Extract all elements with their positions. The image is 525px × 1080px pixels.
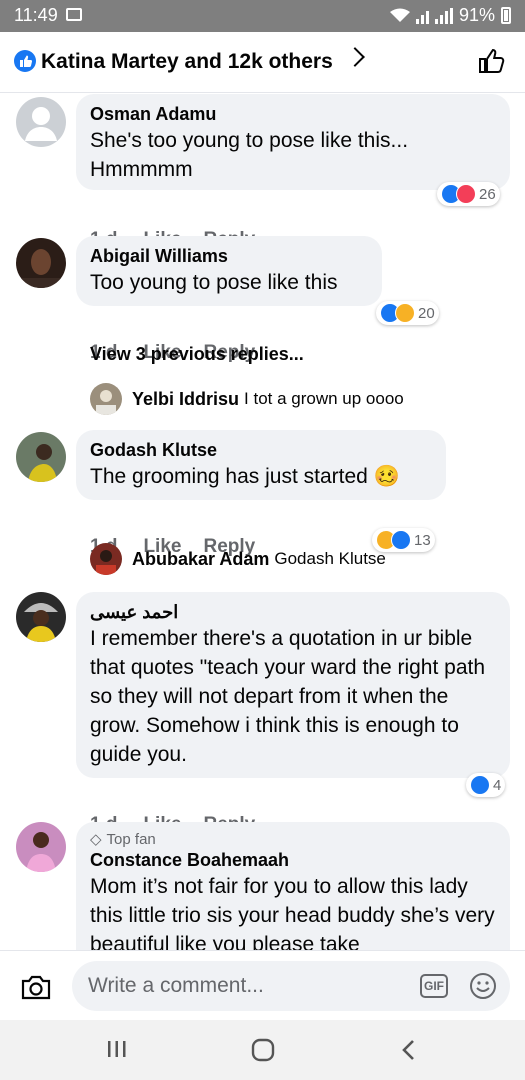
comment-author[interactable]: Constance Boahemaah <box>90 848 496 872</box>
comment-text: She's too young to pose like this... Hmm… <box>90 129 409 181</box>
view-previous-replies[interactable]: View 3 previous replies... <box>90 344 304 365</box>
gallery-notification-icon <box>66 8 82 21</box>
status-bar: 11:49 91% <box>0 0 525 32</box>
like-reaction-icon <box>391 530 411 550</box>
comment-bubble[interactable]: احمد عيسى I remember there's a quotation… <box>76 592 510 778</box>
comments-sheet: Katina Martey and 12k others Osman Adamu… <box>0 32 525 1020</box>
avatar[interactable] <box>16 432 66 482</box>
emoji-icon[interactable] <box>469 972 497 1000</box>
reply-text: Godash Klutse <box>274 549 386 568</box>
comment-author[interactable]: Osman Adamu <box>90 102 496 126</box>
comment-bubble[interactable]: Osman Adamu She's too young to pose like… <box>76 94 510 190</box>
recent-apps-icon[interactable] <box>106 1038 128 1060</box>
avatar[interactable] <box>16 822 66 872</box>
diamond-icon: ◇ <box>90 831 102 848</box>
home-icon[interactable] <box>251 1038 275 1062</box>
avatar[interactable] <box>90 543 122 575</box>
comment-text: Too young to pose like this <box>90 271 338 294</box>
comment-composer: Write a comment... GIF <box>0 950 525 1020</box>
comment-text: I remember there's a quotation in ur bib… <box>90 627 486 766</box>
signal-icon-2 <box>434 7 453 24</box>
status-time: 11:49 <box>14 5 58 25</box>
badge-label: Top fan <box>106 830 156 848</box>
back-icon[interactable] <box>398 1038 420 1062</box>
reply-author[interactable]: Yelbi Iddrisu <box>132 389 239 410</box>
chevron-right-icon[interactable] <box>345 47 365 67</box>
avatar[interactable] <box>16 592 66 642</box>
comment-bubble[interactable]: Godash Klutse The grooming has just star… <box>76 430 446 500</box>
reactions-title[interactable]: Katina Martey and 12k others <box>41 50 333 74</box>
top-fan-badge: ◇ Top fan <box>90 830 496 849</box>
reaction-count: 4 <box>493 776 502 794</box>
android-nav-bar <box>0 1020 525 1080</box>
love-reaction-icon <box>456 184 476 204</box>
comment-text: Mom it’s not fair for you to allow this … <box>90 875 495 956</box>
comment-bubble[interactable]: Abigail Williams Too young to pose like … <box>76 236 382 306</box>
reply-text: I tot a grown up oooo <box>244 389 404 408</box>
avatar[interactable] <box>16 238 66 288</box>
reply-author[interactable]: Abubakar Adam <box>132 549 269 570</box>
camera-icon[interactable] <box>20 973 52 1001</box>
comment-input[interactable]: Write a comment... GIF <box>72 961 510 1011</box>
thumbs-up-icon[interactable] <box>477 46 507 76</box>
comment-placeholder: Write a comment... <box>88 974 264 997</box>
reaction-count: 26 <box>479 185 496 203</box>
reaction-summary[interactable]: 4 <box>466 773 506 797</box>
haha-reaction-icon <box>395 303 415 323</box>
comment-author[interactable]: Godash Klutse <box>90 438 432 462</box>
wifi-icon <box>389 8 410 22</box>
signal-icon <box>415 8 429 24</box>
gif-button[interactable]: GIF <box>420 974 448 998</box>
reaction-count: 20 <box>418 304 435 322</box>
battery-icon <box>501 7 511 24</box>
like-reaction-icon <box>14 50 36 72</box>
reply-abubakar[interactable]: Abubakar Adam Godash Klutse <box>90 543 386 575</box>
battery-percent: 91% <box>458 5 495 25</box>
avatar[interactable] <box>16 97 66 147</box>
reactions-header[interactable]: Katina Martey and 12k others <box>0 32 525 93</box>
comment-author[interactable]: احمد عيسى <box>90 600 496 624</box>
avatar[interactable] <box>90 383 122 415</box>
comment-author[interactable]: Abigail Williams <box>90 244 368 268</box>
reaction-summary[interactable]: 20 <box>376 301 439 325</box>
reply-yelbi[interactable]: Yelbi Iddrisu I tot a grown up oooo <box>90 383 404 415</box>
comment-text: The grooming has just started 🥴 <box>90 465 400 488</box>
reaction-summary[interactable]: 26 <box>437 182 500 206</box>
reaction-count: 13 <box>414 531 431 549</box>
like-reaction-icon <box>470 775 490 795</box>
